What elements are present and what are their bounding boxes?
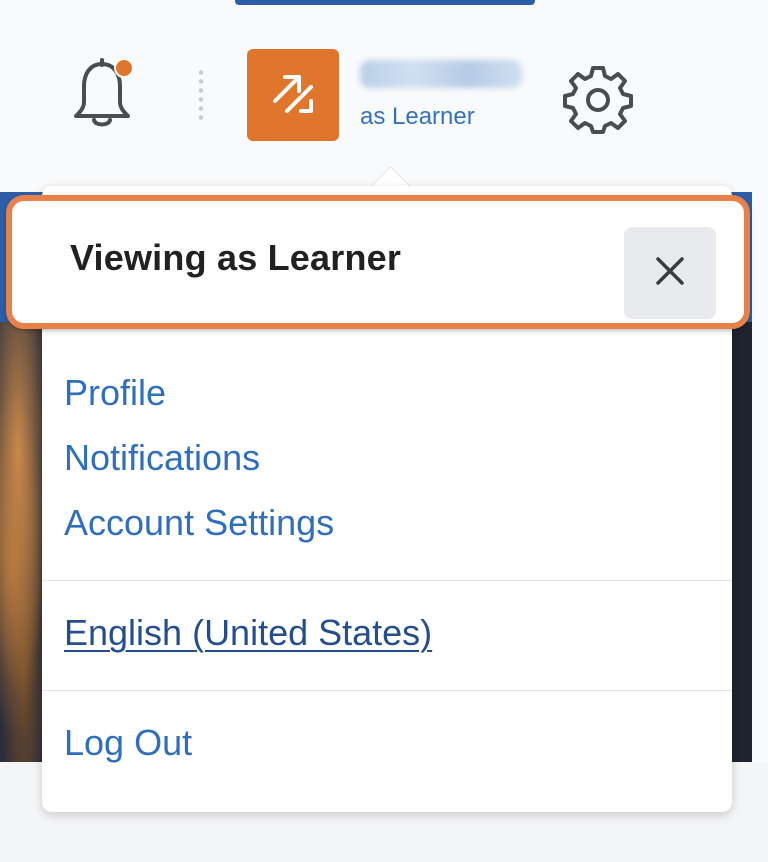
profile-link[interactable]: Profile <box>64 372 166 414</box>
close-icon <box>652 253 688 294</box>
minibar: as Learner <box>0 0 768 170</box>
gear-icon[interactable] <box>562 62 634 134</box>
menu-separator <box>42 690 732 691</box>
language-link[interactable]: English (United States) <box>64 612 432 654</box>
close-button[interactable] <box>624 227 716 319</box>
notifications-link[interactable]: Notifications <box>64 437 260 479</box>
account-settings-link[interactable]: Account Settings <box>64 502 334 544</box>
switch-arrows-icon <box>265 65 321 126</box>
user-name[interactable] <box>360 60 522 88</box>
divider <box>198 68 204 124</box>
viewing-title: Viewing as Learner <box>70 237 402 278</box>
role-switch-button[interactable] <box>247 49 339 141</box>
notification-dot <box>114 58 134 78</box>
logout-link[interactable]: Log Out <box>64 722 192 764</box>
menu-separator <box>42 580 732 581</box>
role-label[interactable]: as Learner <box>360 103 475 131</box>
viewing-as-banner: Viewing as Learner <box>6 195 750 329</box>
